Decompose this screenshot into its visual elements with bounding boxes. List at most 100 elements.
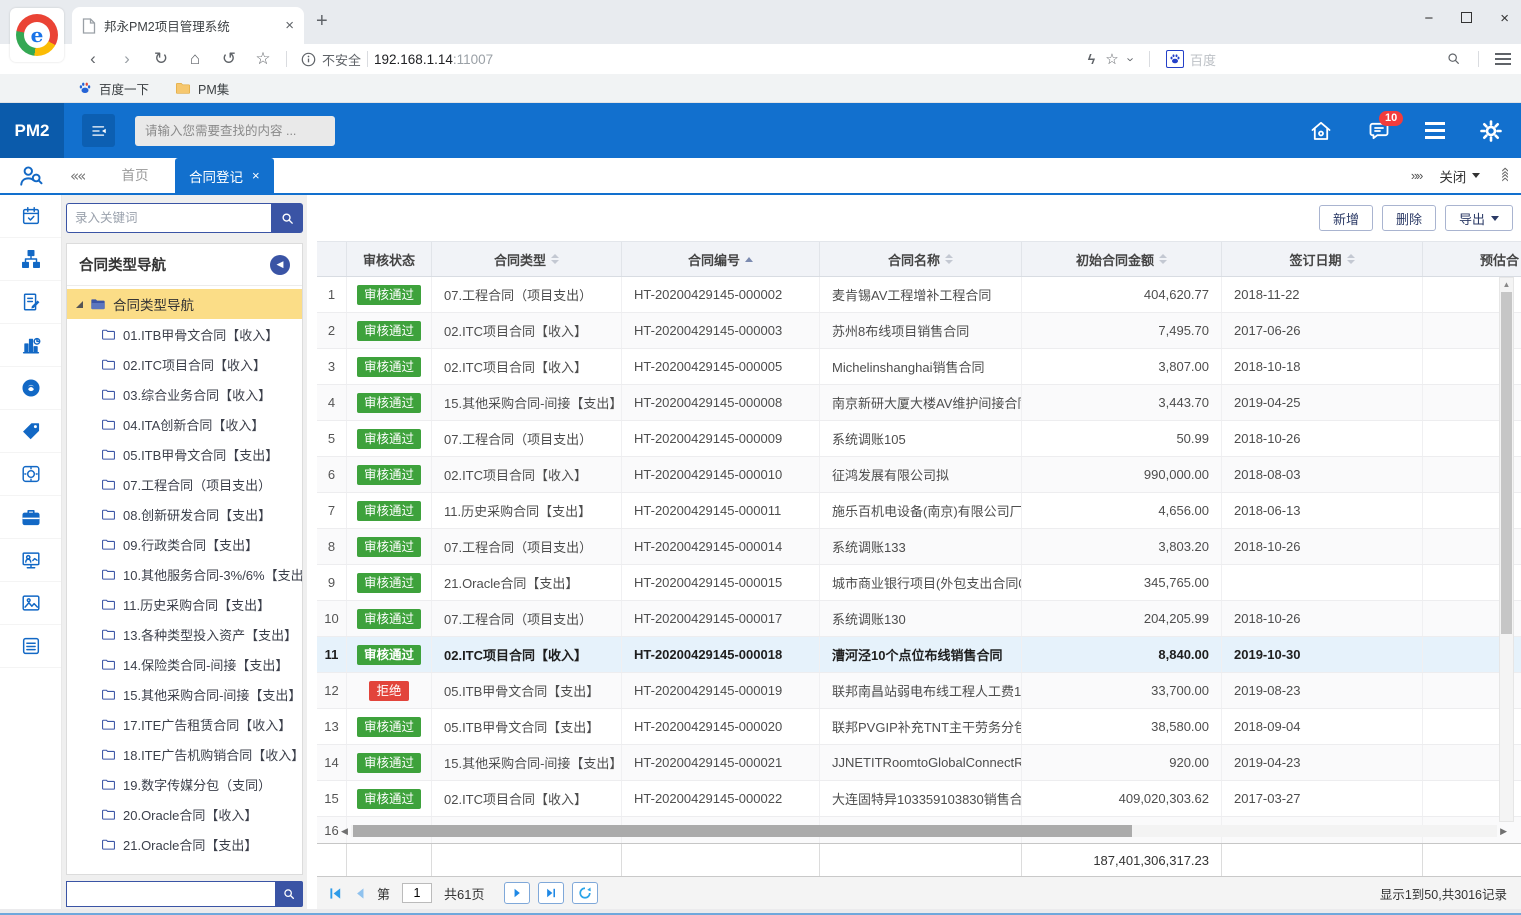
panel-collapse-button[interactable]: ◀ <box>270 255 290 275</box>
browser-tab[interactable]: 邦永PM2项目管理系统 × <box>72 7 304 44</box>
next-page-button[interactable] <box>504 882 530 904</box>
prev-page-button[interactable] <box>352 885 369 902</box>
global-search-input[interactable] <box>135 116 335 146</box>
tree-item[interactable]: 15.其他采购合同-间接【支出】 <box>67 679 302 709</box>
tree-item[interactable]: 19.数字传媒分包（支同） <box>67 769 302 799</box>
maximize-button[interactable] <box>1461 11 1472 26</box>
table-row[interactable]: 2 审核通过 02.ITC项目合同【收入】 HT-20200429145-000… <box>317 313 1521 349</box>
table-row[interactable]: 8 审核通过 07.工程合同（项目支出） HT-20200429145-0000… <box>317 529 1521 565</box>
tree-filter-input[interactable] <box>66 881 275 907</box>
minimize-button[interactable]: − <box>1424 10 1433 27</box>
col-amount[interactable]: 初始合同金额 <box>1022 242 1222 276</box>
bookmark-baidu[interactable]: 百度一下 <box>78 79 149 98</box>
delete-button[interactable]: 删除 <box>1382 205 1436 231</box>
table-row[interactable]: 6 审核通过 02.ITC项目合同【收入】 HT-20200429145-000… <box>317 457 1521 493</box>
tree-item[interactable]: 04.ITA创新合同【收入】 <box>67 409 302 439</box>
refresh-button[interactable] <box>572 882 598 904</box>
favorite-icon[interactable]: ☆ <box>1105 50 1118 68</box>
tree-item[interactable]: 13.各种类型投入资产【支出】 <box>67 619 302 649</box>
rail-monitor-person-icon[interactable] <box>0 539 61 582</box>
sidebar-toggle-button[interactable] <box>82 114 115 147</box>
home-icon[interactable] <box>1309 119 1333 143</box>
rail-document-edit-icon[interactable] <box>0 281 61 324</box>
table-row[interactable]: 5 审核通过 07.工程合同（项目支出） HT-20200429145-0000… <box>317 421 1521 457</box>
tree-search-button[interactable] <box>271 203 303 233</box>
tab-close-icon[interactable]: × <box>252 168 260 183</box>
url-port[interactable]: :11007 <box>453 52 493 67</box>
page-number-input[interactable] <box>402 883 432 903</box>
scroll-right-icon[interactable]: ▶ <box>1497 826 1507 837</box>
tree-item[interactable]: 18.ITE广告机购销合同【收入】 <box>67 739 302 769</box>
undo-icon[interactable]: ↺ <box>212 49 246 69</box>
tree-item[interactable]: 14.保险类合同-间接【支出】 <box>67 649 302 679</box>
quick-launch-icon[interactable]: ϟ <box>1088 51 1095 67</box>
home-icon[interactable]: ⌂ <box>178 49 212 69</box>
close-tabs-menu[interactable]: 关闭 <box>1439 166 1480 186</box>
new-tab-button[interactable]: + <box>316 10 328 33</box>
rail-org-chart-icon[interactable] <box>0 238 61 281</box>
tab-home[interactable]: 首页 <box>100 158 170 193</box>
tree-item[interactable]: 01.ITB甲骨文合同【收入】 <box>67 319 302 349</box>
tree-item[interactable]: 17.ITE广告租赁合同【收入】 <box>67 709 302 739</box>
reload-icon[interactable]: ↻ <box>144 49 178 69</box>
col-estimate[interactable]: 预估合 <box>1423 242 1521 276</box>
bookmark-star-icon[interactable]: ☆ <box>246 49 280 69</box>
browser-menu-icon[interactable] <box>1495 53 1511 65</box>
table-row[interactable]: 15 审核通过 02.ITC项目合同【收入】 HT-20200429145-00… <box>317 781 1521 817</box>
table-row[interactable]: 14 审核通过 15.其他采购合同-间接【支出】 HT-20200429145-… <box>317 745 1521 781</box>
col-type[interactable]: 合同类型 <box>432 242 622 276</box>
rail-briefcase-icon[interactable] <box>0 496 61 539</box>
col-date[interactable]: 签订日期 <box>1222 242 1423 276</box>
bookmark-folder-pm[interactable]: PM集 <box>175 79 229 98</box>
app-logo[interactable]: PM2 <box>0 103 64 158</box>
forward-icon[interactable]: › <box>110 49 144 69</box>
table-row[interactable]: 7 审核通过 11.历史采购合同【支出】 HT-20200429145-0000… <box>317 493 1521 529</box>
rail-bar-chart-icon[interactable] <box>0 324 61 367</box>
col-name[interactable]: 合同名称 <box>820 242 1022 276</box>
tree-item[interactable]: 02.ITC项目合同【收入】 <box>67 349 302 379</box>
messages-icon[interactable]: 10 <box>1367 119 1391 143</box>
tree-item[interactable]: 07.工程合同（项目支出） <box>67 469 302 499</box>
export-button[interactable]: 导出 <box>1445 205 1513 231</box>
tree-item[interactable]: 20.Oracle合同【收入】 <box>67 799 302 829</box>
horizontal-scrollbar[interactable]: ◀ ▶ <box>341 824 1507 838</box>
table-row[interactable]: 9 审核通过 21.Oracle合同【支出】 HT-20200429145-00… <box>317 565 1521 601</box>
tabs-scroll-left-icon[interactable]: «« <box>70 158 84 193</box>
rail-gear-photo-icon[interactable] <box>0 453 61 496</box>
scroll-left-icon[interactable]: ◀ <box>341 826 351 837</box>
tab-contract-register[interactable]: 合同登记 × <box>175 158 274 193</box>
page-search-icon[interactable] <box>1446 51 1462 67</box>
col-status[interactable]: 审核状态 <box>347 242 432 276</box>
col-code[interactable]: 合同编号 <box>622 242 820 276</box>
scrollbar-thumb[interactable] <box>353 825 1132 837</box>
tree-item[interactable]: 03.综合业务合同【收入】 <box>67 379 302 409</box>
first-page-button[interactable] <box>327 885 344 902</box>
rail-server-list-icon[interactable] <box>0 625 61 668</box>
app-menu-icon[interactable] <box>1425 122 1445 138</box>
tabs-scroll-right-icon[interactable]: »» <box>1411 168 1421 183</box>
user-search-icon[interactable] <box>18 163 44 189</box>
table-row[interactable]: 11 审核通过 02.ITC项目合同【收入】 HT-20200429145-00… <box>317 637 1521 673</box>
table-row[interactable]: 3 审核通过 02.ITC项目合同【收入】 HT-20200429145-000… <box>317 349 1521 385</box>
tree-root-node[interactable]: 合同类型导航 <box>67 289 302 319</box>
table-row[interactable]: 12 拒绝 05.ITB甲骨文合同【支出】 HT-20200429145-000… <box>317 673 1521 709</box>
scrollbar-thumb[interactable] <box>1501 292 1512 634</box>
scroll-up-icon[interactable]: ▲ <box>1500 278 1513 291</box>
rail-tag-icon[interactable] <box>0 410 61 453</box>
tab-close-icon[interactable]: × <box>285 17 294 34</box>
rail-image-chart-icon[interactable] <box>0 582 61 625</box>
vertical-scrollbar[interactable]: ▲ <box>1499 277 1514 822</box>
tree-item[interactable]: 09.行政类合同【支出】 <box>67 529 302 559</box>
tree-keyword-input[interactable] <box>66 203 271 233</box>
tree-expanded-icon[interactable] <box>76 301 83 308</box>
table-row[interactable]: 4 审核通过 15.其他采购合同-间接【支出】 HT-20200429145-0… <box>317 385 1521 421</box>
table-row[interactable]: 1 审核通过 07.工程合同（项目支出） HT-20200429145-0000… <box>317 277 1521 313</box>
add-button[interactable]: 新增 <box>1319 205 1373 231</box>
collapse-up-icon[interactable]: »» <box>1496 169 1513 182</box>
info-icon[interactable] <box>301 52 316 67</box>
window-close-button[interactable]: × <box>1500 10 1509 27</box>
rail-globe-icon[interactable] <box>0 367 61 410</box>
table-row[interactable]: 10 审核通过 07.工程合同（项目支出） HT-20200429145-000… <box>317 601 1521 637</box>
chevron-down-icon[interactable]: › <box>1123 57 1138 61</box>
table-row[interactable]: 13 审核通过 05.ITB甲骨文合同【支出】 HT-20200429145-0… <box>317 709 1521 745</box>
